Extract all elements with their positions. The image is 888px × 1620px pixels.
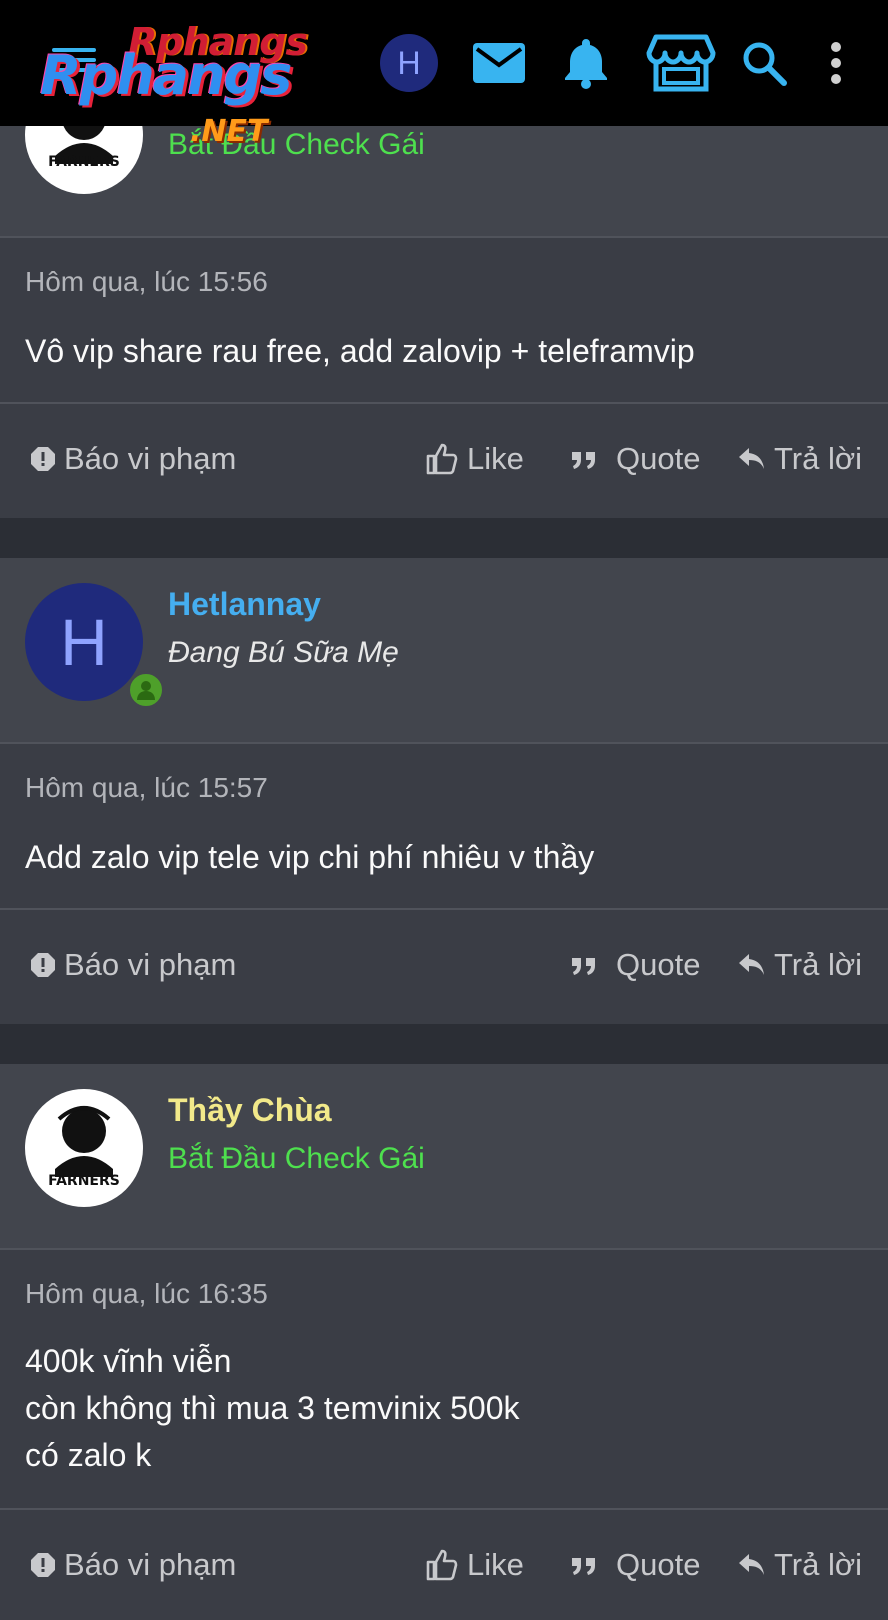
post-header: FARNERS Thầy Chùa Bắt Đầu Check Gái — [0, 1064, 888, 1250]
post-message: Vô vip share rau free, add zalovip + tel… — [25, 328, 695, 375]
reply-icon — [739, 448, 764, 469]
store-icon[interactable] — [645, 32, 717, 94]
quote-icon — [572, 1558, 595, 1575]
like-label: Like — [467, 441, 524, 476]
reply-label: Trả lời — [774, 947, 863, 982]
quote-button[interactable]: Quote — [570, 404, 700, 514]
post-3: FARNERS Thầy Chùa Bắt Đầu Check Gái Hôm … — [0, 1064, 888, 1620]
search-icon[interactable] — [740, 32, 788, 94]
report-label: Báo vi phạm — [64, 1547, 237, 1582]
like-label: Like — [467, 1547, 524, 1582]
post-timestamp[interactable]: Hôm qua, lúc 15:57 — [25, 772, 268, 804]
post-actions: Báo vi phạm Like Quote Trả lời — [0, 402, 888, 514]
alert-icon — [31, 1553, 55, 1577]
post-header: H Hetlannay Đang Bú Sữa Mẹ — [0, 558, 888, 744]
reply-button[interactable]: Trả lời — [738, 1510, 862, 1620]
report-button[interactable]: Báo vi phạm — [30, 910, 236, 1020]
reply-button[interactable]: Trả lời — [738, 404, 862, 514]
quote-button[interactable]: Quote — [570, 910, 700, 1020]
like-button[interactable]: Like — [425, 404, 524, 514]
quote-label: Quote — [616, 947, 701, 982]
site-logo[interactable]: Rphangs Rphangs .NET — [40, 20, 340, 154]
logo-suffix: .NET — [190, 114, 268, 149]
message-line: còn không thì mua 3 temvinix 500k — [25, 1390, 520, 1426]
post-timestamp[interactable]: Hôm qua, lúc 15:56 — [25, 266, 268, 298]
quote-icon — [572, 452, 595, 469]
avatar-letter: H — [60, 605, 108, 679]
reply-label: Trả lời — [774, 441, 863, 476]
user-title: Đang Bú Sữa Mẹ — [168, 636, 399, 669]
post-2: H Hetlannay Đang Bú Sữa Mẹ Hôm qua, lúc … — [0, 558, 888, 1024]
quote-label: Quote — [616, 441, 701, 476]
quote-icon — [572, 958, 595, 975]
username-link[interactable]: Thầy Chùa — [168, 1092, 332, 1129]
avatar-text: FARNERS — [48, 1173, 120, 1189]
user-avatar[interactable]: FARNERS — [25, 1089, 143, 1207]
username-link[interactable]: Hetlannay — [168, 586, 321, 623]
post-actions: Báo vi phạm Quote Trả lời — [0, 908, 888, 1020]
online-status-icon — [127, 671, 165, 709]
post-timestamp[interactable]: Hôm qua, lúc 16:35 — [25, 1278, 268, 1310]
report-label: Báo vi phạm — [64, 947, 237, 982]
alert-icon — [31, 953, 55, 977]
post-actions: Báo vi phạm Like Quote Trả lời — [0, 1508, 888, 1620]
post-message: 400k vĩnh viễn còn không thì mua 3 temvi… — [25, 1338, 520, 1479]
logo-text: Rphangs — [40, 44, 292, 107]
user-avatar-button[interactable]: H — [380, 34, 438, 92]
reply-label: Trả lời — [774, 1547, 863, 1582]
quote-button[interactable]: Quote — [570, 1510, 700, 1620]
svg-text:FARNERS: FARNERS — [48, 154, 120, 170]
reply-icon — [739, 1554, 764, 1575]
quote-label: Quote — [616, 1547, 701, 1582]
post-message: Add zalo vip tele vip chi phí nhiêu v th… — [25, 834, 594, 881]
reply-icon — [739, 954, 764, 975]
reply-button[interactable]: Trả lời — [738, 910, 862, 1020]
report-label: Báo vi phạm — [64, 441, 237, 476]
mail-icon[interactable] — [470, 32, 528, 94]
top-bar: Rphangs Rphangs .NET H — [0, 0, 888, 149]
bell-icon[interactable] — [560, 32, 612, 94]
message-line: Vô vip share rau free, add zalovip + tel… — [25, 333, 695, 369]
message-line: Add zalo vip tele vip chi phí nhiêu v th… — [25, 839, 595, 875]
like-button[interactable]: Like — [425, 1510, 524, 1620]
message-line: có zalo k — [25, 1437, 152, 1473]
user-avatar[interactable]: H — [25, 583, 165, 709]
message-line: 400k vĩnh viễn — [25, 1343, 232, 1379]
alert-icon — [31, 447, 55, 471]
thumbs-up-icon — [426, 1549, 458, 1581]
more-vertical-icon[interactable] — [826, 32, 846, 94]
thumbs-up-icon — [426, 443, 458, 475]
report-button[interactable]: Báo vi phạm — [30, 1510, 236, 1620]
user-title: Bắt Đầu Check Gái — [168, 1142, 425, 1175]
report-button[interactable]: Báo vi phạm — [30, 404, 236, 514]
